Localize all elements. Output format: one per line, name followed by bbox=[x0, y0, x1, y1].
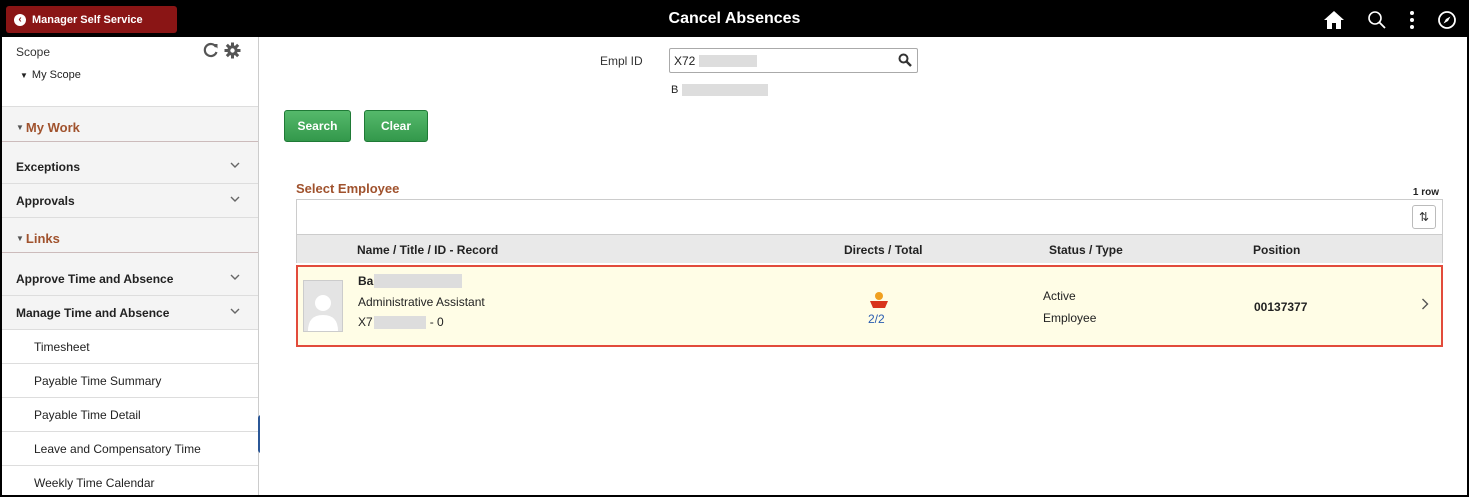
scope-actions bbox=[203, 42, 241, 62]
nav-item-label: Approvals bbox=[16, 193, 75, 208]
chevron-right-icon[interactable] bbox=[1421, 298, 1429, 310]
caret-down-icon: ▼ bbox=[20, 71, 28, 80]
top-banner: ‹ Manager Self Service Cancel Absences bbox=[2, 2, 1467, 37]
nav-item-manage-time-and-absence[interactable]: Manage Time and Absence bbox=[2, 296, 258, 330]
search-icon[interactable] bbox=[1367, 10, 1387, 30]
redaction-block bbox=[373, 315, 426, 329]
column-header-directs[interactable]: Directs / Total bbox=[844, 243, 922, 257]
sub-item-label: Payable Time Detail bbox=[34, 407, 141, 422]
chevron-down-icon bbox=[230, 196, 240, 202]
nav-item-label: Exceptions bbox=[16, 159, 81, 174]
empl-id-label: Empl ID bbox=[600, 54, 643, 68]
nav-item-label: Manage Time and Absence bbox=[16, 305, 170, 320]
lookup-search-icon[interactable] bbox=[898, 53, 912, 70]
employee-title: Administrative Assistant bbox=[358, 295, 485, 309]
section-my-work-label: My Work bbox=[25, 120, 80, 135]
back-button[interactable]: ‹ Manager Self Service bbox=[6, 6, 177, 33]
directs-total-link[interactable]: 2/2 bbox=[868, 312, 885, 326]
sort-button[interactable]: ⇅ bbox=[1412, 205, 1436, 229]
sidebar: Scope ▼ My Scope ▼ My Work Exceptions Appr… bbox=[2, 37, 259, 495]
section-my-work[interactable]: ▼ My Work bbox=[2, 114, 258, 142]
nav-item-exceptions[interactable]: Exceptions bbox=[2, 150, 258, 184]
nav-item-label: Approve Time and Absence bbox=[16, 271, 174, 286]
more-vertical-icon[interactable] bbox=[1409, 10, 1415, 30]
refresh-icon[interactable] bbox=[203, 42, 219, 62]
column-header-position[interactable]: Position bbox=[1253, 243, 1300, 257]
gear-icon[interactable] bbox=[224, 42, 241, 62]
table-row[interactable]: Ba Administrative Assistant X7 - 0 2/2 Ac… bbox=[296, 265, 1443, 347]
navbar-compass-icon[interactable] bbox=[1437, 10, 1457, 30]
sub-item-label: Weekly Time Calendar bbox=[34, 475, 155, 490]
column-header-status[interactable]: Status / Type bbox=[1049, 243, 1123, 257]
empl-name-initial: B bbox=[671, 84, 679, 96]
empl-id-value: X72 bbox=[674, 53, 696, 68]
empl-name-display: B bbox=[671, 84, 769, 96]
chevron-left-icon: ‹ bbox=[14, 13, 26, 26]
sub-item-leave-and-compensatory-time[interactable]: Leave and Compensatory Time bbox=[2, 432, 258, 466]
nav-item-approvals[interactable]: Approvals bbox=[2, 184, 258, 218]
employee-type: Employee bbox=[1043, 311, 1097, 325]
employee-name: Ba bbox=[358, 274, 463, 288]
empl-id-input[interactable]: X72 bbox=[669, 48, 918, 73]
row-count: 1 row bbox=[1412, 187, 1439, 198]
section-links-label: Links bbox=[25, 231, 60, 246]
sub-item-weekly-time-calendar[interactable]: Weekly Time Calendar bbox=[2, 466, 258, 495]
scope-label: Scope bbox=[16, 45, 51, 59]
section-links[interactable]: ▼ Links bbox=[2, 225, 258, 253]
chevron-down-icon bbox=[230, 308, 240, 314]
scope-item-label: My Scope bbox=[31, 69, 81, 81]
caret-down-icon: ▼ bbox=[16, 234, 24, 243]
grid-toolbar: ⇅ bbox=[296, 199, 1443, 235]
employee-name-initial: Ba bbox=[358, 274, 374, 288]
main-content: Empl ID X72 B Search Clear Select Employ… bbox=[260, 37, 1467, 495]
search-button[interactable]: Search bbox=[284, 110, 351, 142]
sub-item-timesheet[interactable]: Timesheet bbox=[2, 330, 258, 364]
chevron-down-icon bbox=[230, 162, 240, 168]
redaction-block bbox=[374, 274, 463, 288]
redaction-block bbox=[699, 54, 758, 67]
employee-id-record: X7 - 0 bbox=[358, 315, 444, 329]
redaction-block bbox=[682, 84, 769, 96]
app-frame: ‹ Manager Self Service Cancel Absences S… bbox=[2, 2, 1467, 495]
sort-arrows-icon: ⇅ bbox=[1418, 210, 1430, 224]
nav-item-approve-time-and-absence[interactable]: Approve Time and Absence bbox=[2, 262, 258, 296]
column-header-name[interactable]: Name / Title / ID - Record bbox=[357, 243, 498, 257]
sub-item-payable-time-detail[interactable]: Payable Time Detail bbox=[2, 398, 258, 432]
caret-down-icon: ▼ bbox=[16, 123, 24, 132]
person-silhouette-icon bbox=[308, 295, 338, 331]
grid-header: Name / Title / ID - Record Directs / Tot… bbox=[296, 235, 1443, 263]
home-icon[interactable] bbox=[1323, 10, 1345, 30]
sub-item-label: Payable Time Summary bbox=[34, 373, 162, 388]
sub-item-label: Leave and Compensatory Time bbox=[34, 441, 201, 456]
scope-item-my-scope[interactable]: ▼ My Scope bbox=[20, 69, 81, 81]
sub-item-payable-time-summary[interactable]: Payable Time Summary bbox=[2, 364, 258, 398]
employee-record: - 0 bbox=[429, 315, 444, 329]
scope-panel: Scope ▼ My Scope bbox=[2, 37, 258, 107]
clear-button[interactable]: Clear bbox=[364, 110, 428, 142]
header-actions bbox=[1323, 8, 1457, 32]
employee-id-prefix: X7 bbox=[358, 315, 373, 329]
page-title: Cancel Absences bbox=[668, 10, 801, 27]
back-button-label: Manager Self Service bbox=[32, 13, 143, 26]
employee-status: Active bbox=[1043, 289, 1076, 303]
sub-item-label: Timesheet bbox=[34, 339, 90, 354]
directs-icon[interactable] bbox=[867, 291, 891, 312]
avatar bbox=[303, 280, 343, 332]
chevron-down-icon bbox=[230, 274, 240, 280]
grid-title: Select Employee bbox=[296, 181, 400, 196]
employee-position: 00137377 bbox=[1254, 300, 1308, 314]
